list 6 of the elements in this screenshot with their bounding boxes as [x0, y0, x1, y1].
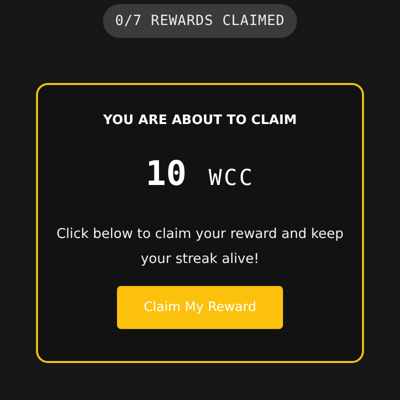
- claim-button[interactable]: Claim My Reward: [117, 286, 283, 329]
- claim-message: Click below to claim your reward and keep your streak alive!: [55, 225, 345, 269]
- reward-amount: 10: [146, 154, 187, 194]
- card-heading: YOU ARE ABOUT TO CLAIM: [103, 113, 297, 128]
- progress-badge: 0/7 REWARDS CLAIMED: [103, 4, 297, 38]
- currency-label: WCC: [208, 166, 254, 191]
